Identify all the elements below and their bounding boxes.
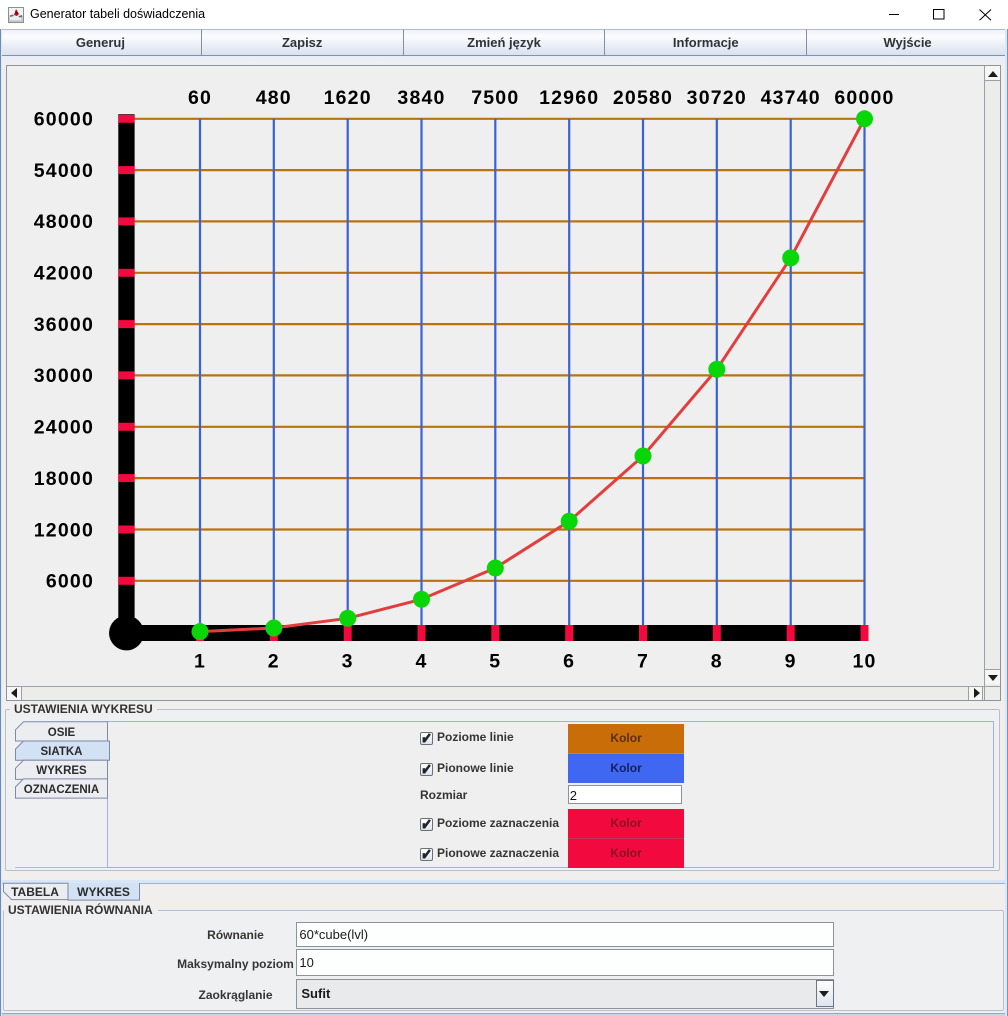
svg-text:42000: 42000 [34, 263, 94, 285]
svg-text:6: 6 [563, 651, 575, 673]
svg-text:5: 5 [489, 651, 501, 673]
svg-text:1620: 1620 [324, 87, 372, 109]
svg-text:18000: 18000 [34, 468, 94, 490]
svg-text:6000: 6000 [46, 571, 94, 593]
svg-text:9: 9 [785, 651, 797, 673]
svg-text:TABELA: TABELA [11, 885, 59, 899]
svg-text:7: 7 [637, 651, 649, 673]
svg-text:WYKRES: WYKRES [77, 885, 130, 899]
svg-text:48000: 48000 [34, 211, 94, 233]
svg-text:54000: 54000 [34, 160, 94, 182]
svg-text:8: 8 [711, 651, 723, 673]
svg-text:60: 60 [188, 87, 212, 109]
svg-text:60000: 60000 [34, 109, 94, 131]
svg-text:36000: 36000 [34, 314, 94, 336]
svg-text:3: 3 [342, 651, 354, 673]
svg-text:4: 4 [415, 651, 427, 673]
svg-text:43740: 43740 [761, 87, 821, 109]
svg-text:60000: 60000 [834, 87, 894, 109]
svg-text:20580: 20580 [613, 87, 673, 109]
svg-text:1: 1 [194, 651, 206, 673]
svg-text:30000: 30000 [34, 365, 94, 387]
svg-text:3840: 3840 [397, 87, 445, 109]
svg-text:7500: 7500 [471, 87, 519, 109]
svg-text:24000: 24000 [34, 417, 94, 439]
svg-text:30720: 30720 [687, 87, 747, 109]
svg-text:12000: 12000 [34, 519, 94, 541]
svg-text:10: 10 [852, 651, 876, 673]
svg-text:12960: 12960 [539, 87, 599, 109]
svg-text:480: 480 [256, 87, 292, 109]
svg-text:2: 2 [268, 651, 280, 673]
